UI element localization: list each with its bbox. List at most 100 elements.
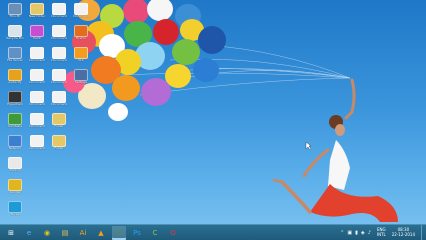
desktop-shortcut-label: Document [29, 103, 45, 106]
this-pc-icon [8, 3, 22, 15]
camtasia-icon [8, 113, 22, 125]
desktop-shortcut[interactable]: Folder [48, 113, 70, 133]
clock-date: 22-12-2014 [391, 231, 415, 237]
desktop-shortcut-label: Document [51, 37, 67, 40]
desktop-shortcut[interactable]: This PC [4, 3, 26, 23]
desktop-shortcut[interactable]: Skype [4, 201, 26, 221]
desktop-shortcut[interactable]: Document [48, 25, 70, 45]
desktop-shortcut[interactable]: Document [48, 91, 70, 111]
clock[interactable]: 08:30 22-12-2014 [391, 227, 415, 237]
tray-icon[interactable]: ⌃ [340, 230, 344, 236]
camtasia-taskbar-icon[interactable]: C [112, 225, 126, 240]
desktop-shortcut[interactable]: Document [26, 135, 48, 155]
desktop-shortcut-label: File Server [7, 59, 23, 62]
tray-icon[interactable]: ▣ [347, 230, 352, 236]
control-panel-icon [8, 157, 22, 169]
desktop-shortcut[interactable]: Document [48, 3, 70, 23]
document-icon-10 [52, 91, 66, 103]
tray-icon[interactable]: ◈ [361, 230, 365, 236]
language-bottom: INTL [376, 231, 386, 237]
mouse-cursor [305, 141, 312, 151]
camtasia-recorder-icon[interactable]: C [148, 226, 162, 240]
system-tray: ⌃ ▣ ▮ ◈ ♪ ENG INTL 08:30 22-12-2014 [340, 225, 424, 240]
document-icon-1 [30, 47, 44, 59]
desktop-shortcut-label: Document [51, 81, 67, 84]
desktop-shortcut[interactable]: New folder [26, 3, 48, 23]
ie-icon[interactable]: e [22, 226, 36, 240]
illustrator-icon[interactable]: Ai [76, 226, 90, 240]
desktop-shortcut[interactable]: Document [26, 69, 48, 89]
desktop-shortcut-label: Folder [54, 125, 64, 128]
file-server-icon [8, 47, 22, 59]
desktop-shortcut-label: Camtasia [7, 125, 23, 128]
desktop-shortcut-label: Recycle Bin [6, 37, 24, 40]
language-indicator[interactable]: ENG INTL [376, 227, 386, 237]
desktop-shortcut[interactable]: Recycle Bin [4, 25, 26, 45]
desktop-shortcut-label: Document [73, 15, 89, 18]
document-icon-4 [30, 113, 44, 125]
settings-icon [74, 69, 88, 81]
desktop-shortcut-label: Control [9, 169, 21, 172]
document-icon-3 [30, 91, 44, 103]
desktop-shortcut-label: Document [29, 59, 45, 62]
desktop-shortcut-label: Network [8, 147, 22, 150]
desktop-shortcut[interactable]: Camtasia [4, 113, 26, 133]
taskbar: ⊞ e ◉ ▤ Ai ▲ C Ps C O ⌃ ▣ ▮ ◈ ♪ ENG INTL 08:30 22-12-… [0, 224, 426, 240]
desktop-shortcut[interactable]: VLC [70, 47, 92, 67]
explorer-icon[interactable]: ▤ [58, 226, 72, 240]
desktop-shortcut[interactable]: Settings [70, 69, 92, 89]
desktop-shortcut[interactable]: File Server [4, 47, 26, 67]
start-button[interactable]: ⊞ [4, 226, 18, 240]
skype-icon [8, 201, 22, 213]
desktop-shortcut[interactable]: Document [26, 91, 48, 111]
hypercam-icon [8, 91, 22, 103]
document-icon-7 [52, 25, 66, 37]
tray-icon[interactable]: ▮ [355, 230, 358, 236]
vlc-taskbar-icon[interactable]: ▲ [94, 226, 108, 240]
desktop-shortcut[interactable]: Folder [48, 135, 70, 155]
desktop-shortcut-label: HyperCam [7, 103, 23, 106]
folder-icon-1 [30, 3, 44, 15]
document-icon-6 [52, 3, 66, 15]
desktop-shortcut-label: Document [51, 59, 67, 62]
desktop-shortcut[interactable]: Paint [26, 25, 48, 45]
desktop-shortcut[interactable]: HyperCam [4, 91, 26, 111]
desktop-shortcut-label: Document [29, 147, 45, 150]
desktop-shortcut[interactable]: Document [26, 113, 48, 133]
document-icon-8 [52, 47, 66, 59]
desktop-shortcut-label: Folder [54, 147, 64, 150]
desktop-shortcut-label: New folder [28, 15, 46, 18]
desktop-shortcut[interactable]: Document [48, 69, 70, 89]
document-icon-11 [74, 3, 88, 15]
desktop-shortcut-label: Audacity [8, 81, 22, 84]
chrome-icon [8, 179, 22, 191]
document-icon-2 [30, 69, 44, 81]
opera-icon[interactable]: O [166, 226, 180, 240]
desktop-shortcut[interactable]: Document [48, 47, 70, 67]
show-desktop-button[interactable] [421, 225, 424, 240]
desktop-shortcut-label: Firefox [76, 37, 86, 40]
desktop-shortcut[interactable]: Document [70, 3, 92, 23]
chrome-taskbar-icon[interactable]: ◉ [40, 226, 54, 240]
desktop-shortcut[interactable]: Audacity [4, 69, 26, 89]
desktop-shortcut-label: This PC [9, 15, 21, 18]
vlc-icon [74, 47, 88, 59]
audacity-icon [8, 69, 22, 81]
folder-icon-3 [52, 135, 66, 147]
desktop-shortcut[interactable]: Google [4, 179, 26, 199]
desktop-shortcut[interactable]: Document [26, 47, 48, 67]
firefox-icon [74, 25, 88, 37]
desktop-shortcut[interactable]: Network [4, 135, 26, 155]
desktop-shortcut-label: Document [29, 125, 45, 128]
desktop-shortcut[interactable]: Control [4, 157, 26, 177]
document-icon-5 [30, 135, 44, 147]
desktop-shortcut-label: Google [9, 191, 21, 194]
tray-icon[interactable]: ♪ [368, 230, 371, 236]
desktop-shortcut-label: Document [51, 103, 67, 106]
desktop-shortcut[interactable]: Firefox [70, 25, 92, 45]
photoshop-icon[interactable]: Ps [130, 226, 144, 240]
desktop-shortcut-label: Settings [74, 81, 88, 84]
desktop-shortcut-label: VLC [78, 59, 84, 62]
document-icon-9 [52, 69, 66, 81]
desktop-shortcut-label: Skype [10, 213, 20, 216]
